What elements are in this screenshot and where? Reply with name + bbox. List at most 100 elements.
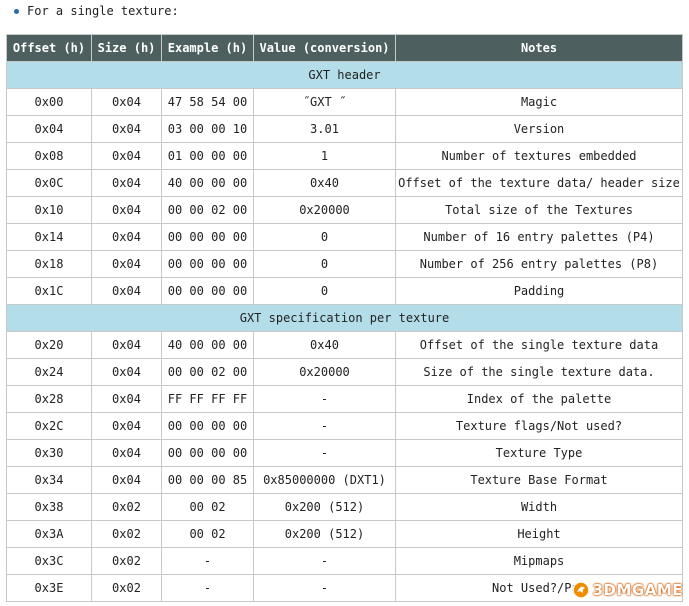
header-value: Value (conversion) — [253, 34, 396, 62]
section-header-row: GXT specification per texture — [6, 304, 683, 332]
cell-size: 0x02 — [91, 547, 162, 575]
cell-size: 0x02 — [91, 493, 162, 521]
cell-value: - — [253, 412, 396, 440]
cell-size: 0x04 — [91, 223, 162, 251]
cell-notes: Offset of the single texture data — [395, 331, 683, 359]
table-row: 0x2C 0x04 00 00 00 00- Texture flags/Not us… — [6, 412, 683, 440]
header-example: Example (h) — [161, 34, 254, 62]
header-offset: Offset (h) — [6, 34, 92, 62]
cell-example: 00 00 02 00 — [161, 358, 254, 386]
cell-value: ˝GXT ˝ — [253, 88, 396, 116]
cell-offset: 0x24 — [6, 358, 92, 386]
cell-size: 0x04 — [91, 439, 162, 467]
cell-size: 0x04 — [91, 196, 162, 224]
cell-example: 03 00 00 10 — [161, 115, 254, 143]
cell-offset: 0x3E — [6, 574, 92, 602]
cell-notes: Height — [395, 520, 683, 548]
cell-offset: 0x20 — [6, 331, 92, 359]
intro-line: For a single texture: — [14, 2, 179, 20]
3dmgame-logo-icon — [571, 581, 590, 599]
cell-notes: Texture Base Format — [395, 466, 683, 494]
table-row: 0x0C 0x04 40 00 00 00 0x40 Offset of the tex… — [6, 169, 683, 197]
table-row: 0x34 0x04 00 00 00 85 0x85000000 (DXT1) Text… — [6, 466, 683, 494]
cell-example: - — [161, 547, 254, 575]
texture-spec-table: Offset (h) Size (h) Example (h) Value (c… — [6, 34, 683, 602]
table-row: 0x14 0x04 00 00 00 00 0 Number of 16 entry p… — [6, 223, 683, 251]
table-row: 0x28 0x04 FF FF FF FF - Index of the palette — [6, 385, 683, 413]
cell-notes: Index of the palette — [395, 385, 683, 413]
cell-size: 0x04 — [91, 142, 162, 170]
table-row: 0x08 0x04 01 00 00 00 1 Number of textures e… — [6, 142, 683, 170]
table-row: 0x30 0x04 00 00 00 00- Texture Type — [6, 439, 683, 467]
cell-size: 0x04 — [91, 412, 162, 440]
cell-value: 0x40 — [253, 331, 396, 359]
cell-notes: Texture Type — [395, 439, 683, 467]
cell-value: 0 — [253, 250, 396, 278]
cell-example: 00 00 00 00 — [161, 277, 254, 305]
cell-value: - — [253, 574, 396, 602]
cell-notes: Mipmaps — [395, 547, 683, 575]
cell-offset: 0x08 — [6, 142, 92, 170]
cell-example: 40 00 00 00 — [161, 169, 254, 197]
table-row: 0x18 0x04 00 00 00 00 0 Number of 256 entry … — [6, 250, 683, 278]
cell-notes: Size of the single texture data. — [395, 358, 683, 386]
cell-offset: 0x1C — [6, 277, 92, 305]
cell-value: - — [253, 439, 396, 467]
cell-size: 0x02 — [91, 520, 162, 548]
table-row: 0x1C 0x04 00 00 00 00 0 Padding — [6, 277, 683, 305]
cell-size: 0x04 — [91, 331, 162, 359]
cell-notes: Offset of the texture data/ header size — [395, 169, 683, 197]
cell-notes: Number of textures embedded — [395, 142, 683, 170]
cell-value: 0x200 (512) — [253, 493, 396, 521]
cell-notes: Texture flags/Not used? — [395, 412, 683, 440]
cell-notes: Magic — [395, 88, 683, 116]
cell-offset: 0x38 — [6, 493, 92, 521]
header-size: Size (h) — [91, 34, 162, 62]
cell-example: 00 00 02 00 — [161, 196, 254, 224]
cell-value: - — [253, 385, 396, 413]
cell-example: 40 00 00 00 — [161, 331, 254, 359]
cell-notes: Version — [395, 115, 683, 143]
cell-size: 0x04 — [91, 277, 162, 305]
cell-example: FF FF FF FF — [161, 385, 254, 413]
cell-value: 0 — [253, 223, 396, 251]
section-header-row: GXT header — [6, 61, 683, 89]
cell-value: 0x20000 — [253, 358, 396, 386]
cell-offset: 0x00 — [6, 88, 92, 116]
cell-value: 0x20000 — [253, 196, 396, 224]
cell-value: 3.01 — [253, 115, 396, 143]
table-row: 0x3A 0x02 00 02 0x200 (512) Height — [6, 520, 683, 548]
intro-text: For a single texture: — [27, 4, 179, 18]
cell-example: 01 00 00 00 — [161, 142, 254, 170]
cell-value: 0x200 (512) — [253, 520, 396, 548]
cell-size: 0x04 — [91, 385, 162, 413]
cell-value: 0x40 — [253, 169, 396, 197]
header-notes: Notes — [395, 34, 683, 62]
table-row: 0x20 0x04 40 00 00 00 0x40 Offset of the sin… — [6, 331, 683, 359]
cell-notes: Width — [395, 493, 683, 521]
cell-size: 0x04 — [91, 169, 162, 197]
cell-value: 0 — [253, 277, 396, 305]
bullet-icon — [14, 8, 19, 14]
cell-offset: 0x3A — [6, 520, 92, 548]
cell-example: 00 02 — [161, 520, 254, 548]
cell-offset: 0x0C — [6, 169, 92, 197]
cell-offset: 0x34 — [6, 466, 92, 494]
table-row: 0x10 0x04 00 00 02 00 0x20000 Total size of … — [6, 196, 683, 224]
cell-size: 0x04 — [91, 358, 162, 386]
table-row: 0x00 0x04 47 58 54 00 ˝GXT ˝ Magic — [6, 88, 683, 116]
cell-notes: Padding — [395, 277, 683, 305]
table-header-row: Offset (h) Size (h) Example (h) Value (c… — [6, 34, 683, 62]
cell-notes: Total size of the Textures — [395, 196, 683, 224]
table-row: 0x04 0x04 03 00 00 10 3.01 Version — [6, 115, 683, 143]
cell-size: 0x04 — [91, 115, 162, 143]
cell-example: 00 00 00 00 — [161, 412, 254, 440]
cell-offset: 0x18 — [6, 250, 92, 278]
cell-value: - — [253, 547, 396, 575]
cell-example: 00 00 00 00 — [161, 250, 254, 278]
cell-example: 00 00 00 00 — [161, 223, 254, 251]
section-title: GXT specification per texture — [6, 304, 683, 332]
table-body: GXT header 0x00 0x04 47 58 54 00 ˝GXT ˝ Magic… — [6, 61, 683, 602]
watermark: 3DMGAME — [571, 580, 683, 600]
cell-example: - — [161, 574, 254, 602]
